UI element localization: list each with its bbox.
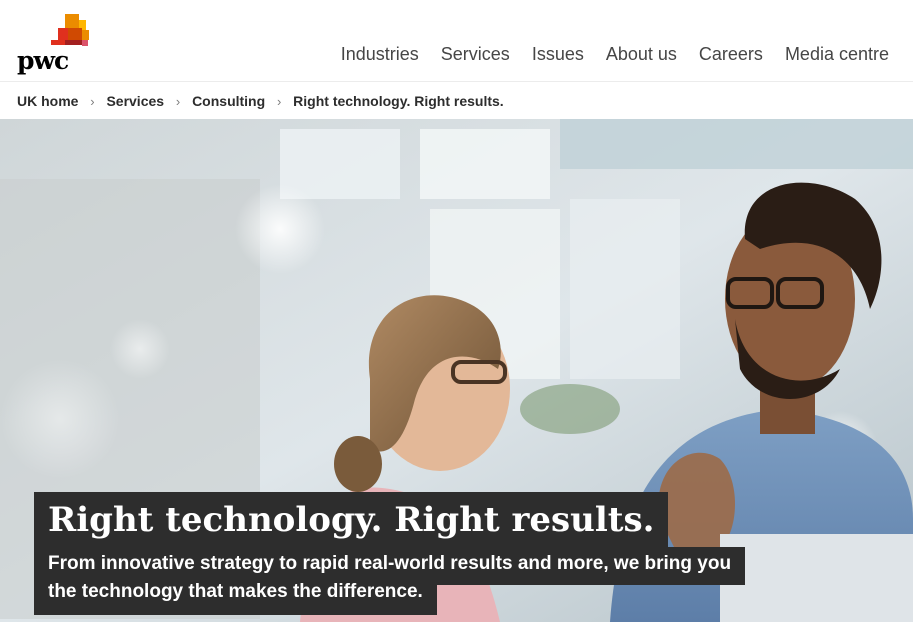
breadcrumb-services[interactable]: Services [106,93,164,109]
breadcrumb-uk-home[interactable]: UK home [17,93,78,109]
nav-careers[interactable]: Careers [699,43,763,65]
chevron-right-icon: › [90,93,95,109]
pwc-logo[interactable]: pwc [17,14,97,75]
site-header: pwc Industries Services Issues About us … [0,0,913,82]
nav-about-us[interactable]: About us [606,43,677,65]
hero-title-box: Right technology. Right results. [34,492,669,549]
nav-issues[interactable]: Issues [532,43,584,65]
pwc-wordmark: pwc [17,46,69,75]
breadcrumb-current: Right technology. Right results. [293,93,504,109]
chevron-right-icon: › [175,93,181,109]
breadcrumb-consulting[interactable]: Consulting [192,93,265,109]
nav-services[interactable]: Services [441,43,510,65]
nav-media-centre[interactable]: Media centre [785,43,889,65]
hero-title: Right technology. Right results. [48,500,655,540]
hero-subtitle-line-1: From innovative strategy to rapid real-w… [48,553,732,574]
main-nav: Industries Services Issues About us Care… [341,43,889,65]
hero-subtitle-box-2: the technology that makes the difference… [34,576,437,615]
nav-industries[interactable]: Industries [341,43,419,65]
breadcrumb: UK home › Services › Consulting › Right … [17,91,504,111]
chevron-right-icon: › [277,93,282,109]
hero-subtitle-line-2: the technology that makes the difference… [48,581,423,602]
